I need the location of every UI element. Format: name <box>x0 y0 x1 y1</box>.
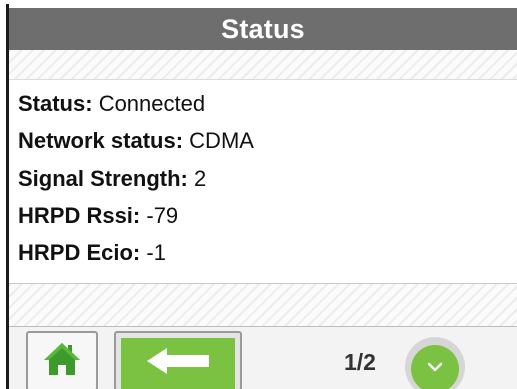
next-page-button[interactable] <box>405 337 465 389</box>
status-panel: Status: Connected Network status: CDMA S… <box>9 79 517 284</box>
status-row-value: Connected <box>98 91 206 116</box>
status-row-value: CDMA <box>189 128 254 153</box>
next-page-button-face <box>411 345 459 389</box>
back-button[interactable] <box>114 331 242 389</box>
status-row-value: -1 <box>146 240 166 265</box>
divider-stripe-bottom <box>9 284 517 326</box>
status-row-label: HRPD Rssi: <box>18 203 141 228</box>
home-button[interactable] <box>26 331 98 389</box>
status-row-label: Status: <box>18 91 93 116</box>
status-row-ecio: HRPD Ecio: -1 <box>18 240 166 266</box>
arrow-left-icon <box>145 346 211 381</box>
status-row-value: 2 <box>194 166 207 191</box>
status-row-signal: Signal Strength: 2 <box>18 166 206 192</box>
page-title: Status <box>9 8 517 50</box>
status-row-rssi: HRPD Rssi: -79 <box>18 203 178 229</box>
chevron-down-icon <box>426 360 444 378</box>
divider-stripe-top <box>9 50 517 79</box>
status-row-label: HRPD Ecio: <box>18 240 141 265</box>
status-row-label: Signal Strength: <box>18 166 188 191</box>
footer-bar: 1/2 <box>9 326 517 389</box>
status-row-label: Network status: <box>18 128 184 153</box>
page-indicator: 1/2 <box>344 349 376 375</box>
status-row-network: Network status: CDMA <box>18 128 254 154</box>
status-screen: Status Status: Connected Network status:… <box>6 4 517 389</box>
back-button-face <box>121 338 235 389</box>
status-row-value: -79 <box>146 203 179 228</box>
home-icon <box>42 341 82 382</box>
status-row-connection: Status: Connected <box>18 91 205 117</box>
